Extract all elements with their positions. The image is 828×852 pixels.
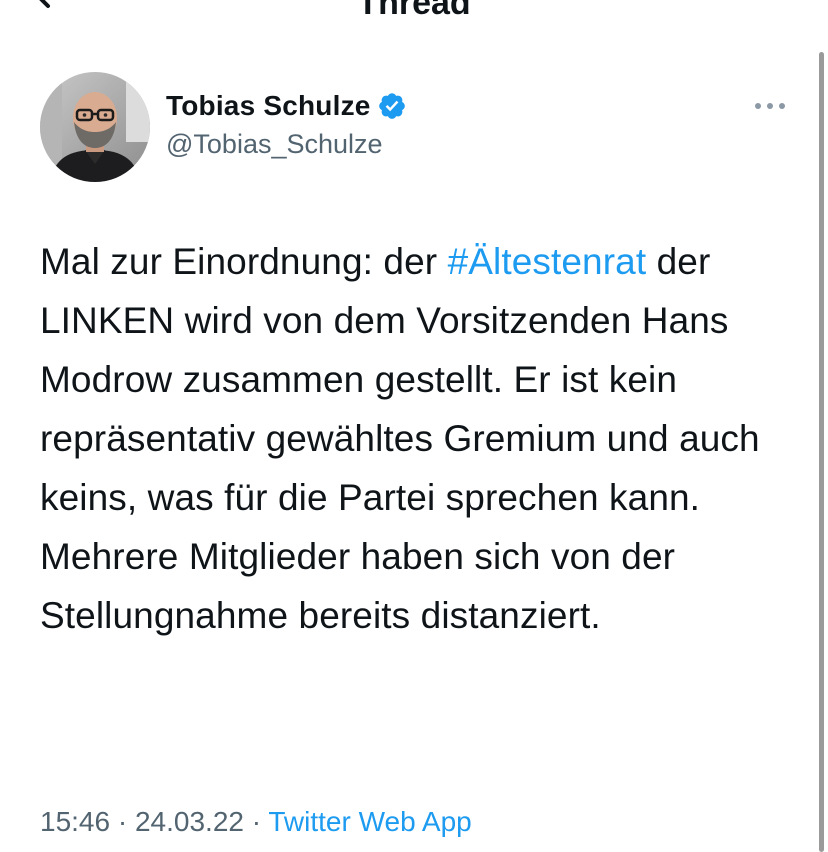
more-options-icon[interactable] [752, 94, 788, 118]
tweet-metadata: 15:46 · 24.03.22 · Twitter Web App [40, 806, 472, 838]
tweet-text: Mal zur Einordnung: der #Ältestenrat der… [40, 232, 800, 645]
tweet-time[interactable]: 15:46 [40, 806, 110, 837]
avatar[interactable] [40, 72, 150, 182]
tweet-text-intro: Mal zur Einordnung: der [40, 241, 448, 282]
scrollbar[interactable] [819, 52, 824, 852]
hashtag-link[interactable]: #Ältestenrat [448, 241, 647, 282]
tweet-source-link[interactable]: Twitter Web App [268, 806, 471, 837]
meta-separator: · [117, 806, 128, 837]
top-bar: Thread [0, 0, 828, 20]
tweet-text-body: der LINKEN wird von dem Vorsitzenden Han… [40, 241, 760, 636]
tweet-date[interactable]: 24.03.22 [135, 806, 244, 837]
author-handle[interactable]: @Tobias_Schulze [166, 129, 383, 160]
page-title: Thread [357, 0, 471, 22]
verified-badge-icon [377, 91, 407, 121]
meta-separator-2: · [251, 806, 262, 837]
author-name-row[interactable]: Tobias Schulze [166, 88, 407, 124]
author-name[interactable]: Tobias Schulze [166, 90, 371, 122]
